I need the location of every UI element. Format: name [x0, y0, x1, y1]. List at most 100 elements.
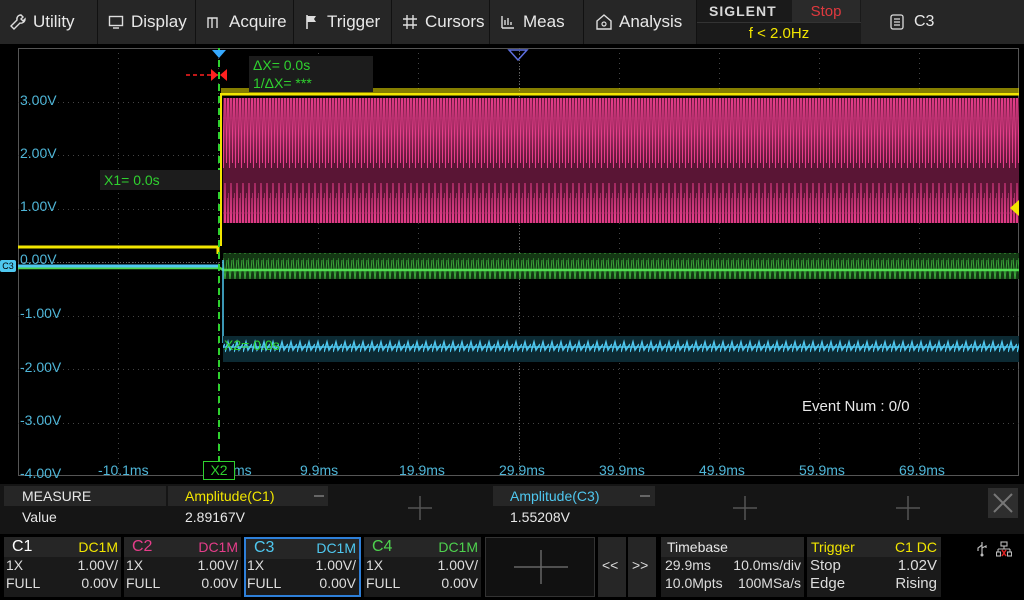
- menu-trigger-button[interactable]: Trigger: [294, 0, 392, 44]
- cursor-inverse-delta-x: 1/ΔX= ***: [253, 75, 312, 91]
- x-label-1: ms: [233, 462, 252, 478]
- monitor-icon: [108, 15, 124, 29]
- channel-config-icon: [890, 14, 904, 30]
- channel-c2-panel[interactable]: C2 DC1M 1X 1.00V/ FULL 0.00V: [124, 537, 241, 597]
- c2-coupling: DC1M: [198, 539, 238, 555]
- y-label-neg1v: -1.00V: [20, 305, 62, 321]
- c4-scale: 1.00V/: [437, 557, 478, 573]
- menu-acquire-button[interactable]: Acquire: [196, 0, 294, 44]
- timebase-sample-rate: 100MSa/s: [737, 575, 801, 591]
- trigger-title: Trigger: [811, 539, 855, 555]
- channel-c1-panel[interactable]: C1 DC1M 1X 1.00V/ FULL 0.00V: [4, 537, 121, 597]
- menu-meas-button[interactable]: Meas: [490, 0, 584, 44]
- c3-offset: 0.00V: [319, 575, 356, 591]
- trigger-frequency: f < 2.0Hz: [748, 25, 810, 42]
- c1-name: C1: [12, 538, 33, 555]
- scroll-prev-button[interactable]: <<: [598, 537, 626, 597]
- wrench-icon: [10, 14, 26, 30]
- c1-offset: 0.00V: [81, 575, 118, 591]
- scroll-prev-label: <<: [602, 557, 619, 573]
- x2-cursor-readout: X2= 0.0s: [224, 337, 280, 353]
- c3-scale: 1.00V/: [315, 557, 356, 573]
- measure-item-1-name: Amplitude(C1): [185, 488, 275, 504]
- x-label-6: 49.9ms: [699, 462, 745, 478]
- c2-trace: [223, 98, 1019, 223]
- timebase-memory: 10.0Mpts: [665, 575, 723, 591]
- y-label-2v: 2.00V: [20, 145, 57, 161]
- trigger-source: C1 DC: [894, 539, 937, 555]
- measure-item-1-dash: [314, 495, 324, 497]
- measure-title: MEASURE: [22, 488, 92, 504]
- add-measure-slot-1-icon[interactable]: [408, 496, 432, 520]
- menu-meas-label: Meas: [523, 12, 565, 31]
- measure-item-2-value: 1.55208V: [510, 509, 570, 525]
- x-label-0: -10.1ms: [98, 462, 149, 478]
- event-num-readout: Event Num : 0/0: [802, 398, 910, 415]
- c2-probe: 1X: [126, 557, 144, 573]
- c4-name: C4: [372, 538, 393, 555]
- trigger-slope: Rising: [895, 575, 937, 592]
- channel-select-button[interactable]: C3: [862, 0, 1024, 44]
- menu-acquire-label: Acquire: [229, 12, 287, 31]
- ruler-icon: [501, 16, 514, 29]
- acquire-icon: [207, 17, 218, 28]
- math-ref-slot[interactable]: [485, 537, 595, 597]
- timebase-delay: 29.9ms: [665, 557, 711, 573]
- c2-name: C2: [132, 538, 153, 555]
- brand-row: SIGLENT Stop: [697, 0, 861, 23]
- y-label-0v: 0.00V: [20, 251, 57, 267]
- c3-ground-marker[interactable]: C3: [0, 260, 16, 272]
- menu-display-button[interactable]: Display: [98, 0, 196, 44]
- cursor-info-box: ΔX= 0.0s 1/ΔX= ***: [249, 56, 373, 92]
- status-panel: SIGLENT Stop f < 2.0Hz: [697, 0, 861, 44]
- scroll-next-button[interactable]: >>: [628, 537, 656, 597]
- add-measure-slot-3-icon[interactable]: [896, 496, 920, 520]
- measure-item-2-dash: [640, 495, 650, 497]
- add-measure-slot-2-icon[interactable]: [733, 496, 757, 520]
- c3-probe: 1X: [247, 557, 265, 573]
- x-label-7: 59.9ms: [799, 462, 845, 478]
- y-label-1v: 1.00V: [20, 198, 57, 214]
- channel-c3-panel[interactable]: C3 DC1M 1X 1.00V/ FULL 0.00V: [244, 537, 361, 597]
- close-measure-button[interactable]: [988, 488, 1018, 518]
- menu-cursors-button[interactable]: Cursors: [392, 0, 490, 44]
- scroll-next-label: >>: [632, 557, 649, 573]
- siglent-logo: SIGLENT: [709, 3, 777, 19]
- add-channel-icon: [514, 550, 568, 584]
- c2-bandwidth: FULL: [126, 575, 161, 591]
- menu-utility-button[interactable]: Utility: [0, 0, 98, 44]
- trigger-state: Stop: [810, 557, 841, 574]
- measure-item-1-value: 2.89167V: [185, 509, 245, 525]
- measure-row-label: Value: [22, 509, 57, 525]
- timebase-panel[interactable]: Timebase 29.9ms 10.0ms/div 10.0Mpts 100MSa…: [661, 537, 804, 597]
- run-stop-status[interactable]: Stop: [792, 0, 860, 22]
- channel-c4-panel[interactable]: C4 DC1M 1X 1.00V/ FULL 0.00V: [364, 537, 481, 597]
- c1-scale: 1.00V/: [77, 557, 118, 573]
- c4-coupling: DC1M: [438, 539, 478, 555]
- analysis-icon: [596, 14, 612, 30]
- c2-offset: 0.00V: [201, 575, 238, 591]
- c3-name: C3: [254, 539, 275, 556]
- c2-scale: 1.00V/: [197, 557, 238, 573]
- c1-probe: 1X: [6, 557, 24, 573]
- trigger-panel[interactable]: Trigger C1 DC Stop 1.02V Edge Rising: [807, 537, 941, 597]
- cursor-delta-x: ΔX= 0.0s: [253, 57, 311, 73]
- y-label-neg3v: -3.00V: [20, 412, 62, 428]
- c4-offset: 0.00V: [441, 575, 478, 591]
- usb-icon: [977, 542, 987, 557]
- c4-bandwidth: FULL: [366, 575, 401, 591]
- x-label-2: 9.9ms: [300, 462, 339, 478]
- x2-cursor-tag[interactable]: X2: [203, 461, 235, 480]
- c4-probe: 1X: [366, 557, 384, 573]
- network-disconnected-icon[interactable]: [996, 541, 1012, 557]
- y-label-neg2v: -2.00V: [20, 359, 62, 375]
- c3-coupling: DC1M: [316, 540, 356, 556]
- trigger-level: 1.02V: [897, 557, 937, 574]
- measure-bar: MEASURE Value Amplitude(C1) 2.89167V Amp…: [0, 484, 1024, 534]
- selected-channel-label: C3: [914, 13, 935, 30]
- menu-analysis-label: Analysis: [619, 12, 683, 31]
- menu-analysis-button[interactable]: Analysis: [584, 0, 697, 44]
- x-label-8: 69.9ms: [899, 462, 945, 478]
- x-label-5: 39.9ms: [599, 462, 645, 478]
- menu-display-label: Display: [131, 12, 187, 31]
